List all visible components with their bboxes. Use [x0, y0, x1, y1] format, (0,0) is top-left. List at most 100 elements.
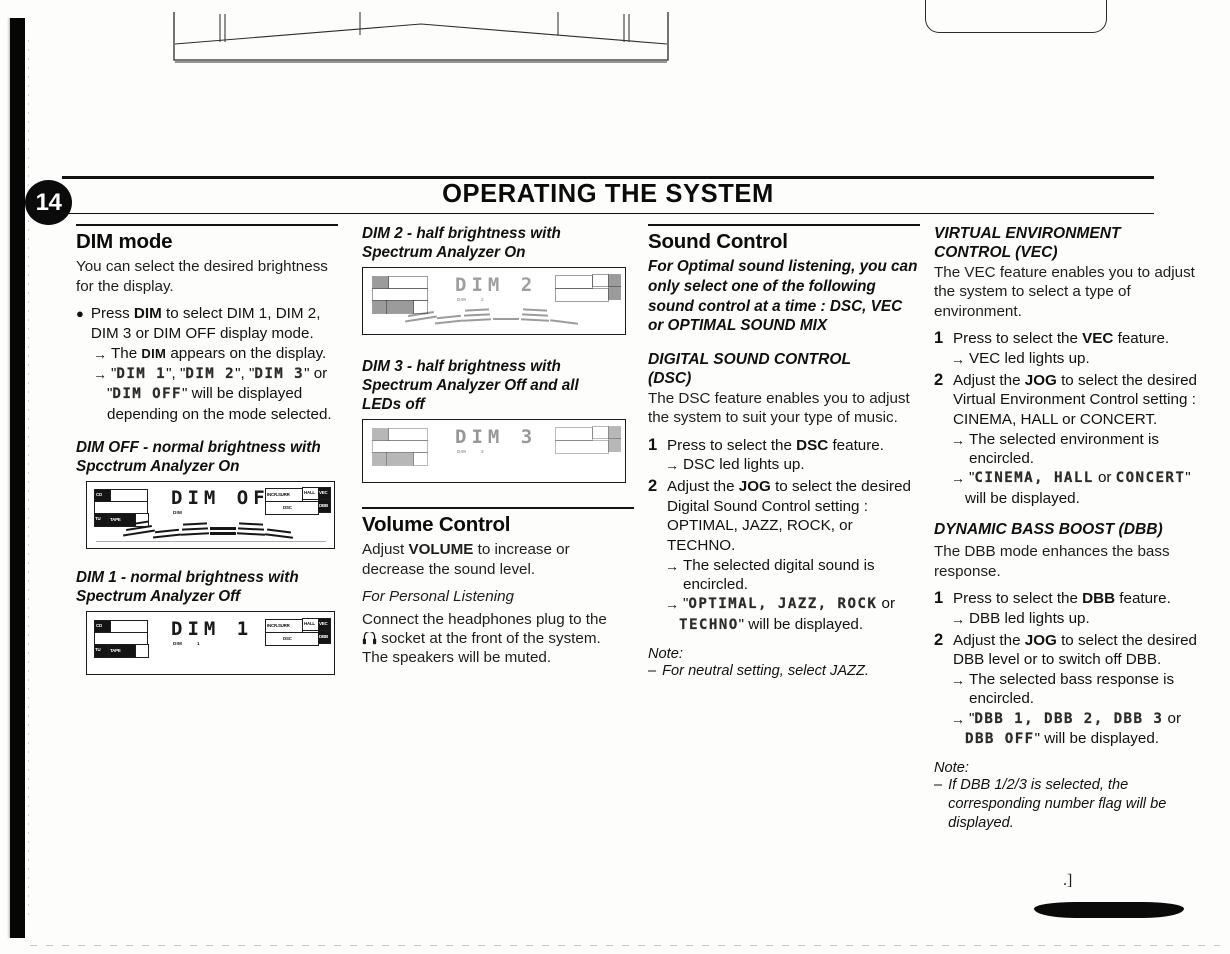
- dsc-step-1-result: → DSC led lights up.: [648, 455, 920, 475]
- dsc-step-2-result-1: → The selected digital sound is encircle…: [648, 556, 920, 595]
- stray-ink-mark: .]: [1063, 872, 1073, 889]
- dbb-step-1-result: → DBB led lights up.: [934, 609, 1210, 629]
- note-dash: –: [934, 777, 943, 794]
- vec-step-1-result-text: VEC led lights up.: [969, 349, 1090, 367]
- arrow-right-icon: →: [951, 610, 965, 627]
- personal-listening-head: For Personal Listening: [362, 588, 514, 606]
- fig-dim3-caption: DIM 3 - half brightness with Spectrum An…: [362, 358, 579, 413]
- page-header: OPERATING THE SYSTEM: [62, 176, 1154, 214]
- column-dim-mode: DIM mode You can select the desired brig…: [76, 224, 338, 676]
- arrow-right-icon: →: [951, 431, 965, 448]
- vec-step-2-result-2: → "CINEMA, HALL or CONCERT": [934, 468, 1210, 488]
- dsc-step-2-result-2-text: "OPTIMAL, JAZZ, ROCK or: [683, 595, 896, 613]
- volume-adjust-text: Adjust VOLUME to increase or decrease th…: [362, 541, 570, 578]
- dim-arrow-lcd-text: "DIM 1", "DIM 2", "DIM 3" or: [111, 365, 328, 383]
- vec-intro: The VEC feature enables you to adjust th…: [934, 264, 1195, 320]
- dbb-step-2: 2 Adjust the JOG to select the desired D…: [934, 631, 1210, 670]
- arrow-right-icon: →: [665, 557, 679, 574]
- dim-arrow-lcd-line2: "DIM OFF" will be displayed: [107, 385, 303, 403]
- dim-mode-intro: You can select the desired brightness fo…: [76, 258, 328, 295]
- vec-step-2-result-2-line2: will be displayed.: [965, 489, 1080, 507]
- speaker-line-art-fragment: [173, 12, 669, 63]
- scan-bottom-speckle: [30, 945, 1220, 946]
- vec-step-2-result-1: → The selected environment is encircled.: [934, 430, 1210, 469]
- dbb-step-2-result-1: → The selected bass response is encircle…: [934, 670, 1210, 709]
- personal-listening-text: Connect the headphones plug to the socke…: [362, 610, 607, 667]
- dbb-step-2-text: Adjust the JOG to select the desired DBB…: [953, 631, 1197, 669]
- step-number: 1: [934, 589, 944, 608]
- dim-arrow-lcd-line3: depending on the mode selected.: [107, 405, 332, 423]
- vec-step-2-text: Adjust the JOG to select the desired Vir…: [953, 371, 1197, 428]
- arrow-right-icon: →: [665, 457, 679, 474]
- display-figure-dim-3: DIM 3 DIM 3: [362, 419, 626, 483]
- sound-control-lead: For Optimal sound listening, you can onl…: [648, 258, 918, 335]
- dbb-step-2-result-2-line2: DBB OFF" will be displayed.: [965, 730, 1160, 748]
- step-number: 1: [934, 329, 944, 348]
- fig-dimoff-caption: DIM OFF - normal brightness with Spcctru…: [76, 439, 321, 476]
- column-sound-control: Sound Control For Optimal sound listenin…: [648, 224, 920, 681]
- headphones-icon: [362, 630, 377, 645]
- dim-arrow-display: → The DIM appears on the display.: [76, 344, 338, 364]
- dbb-step-2-result-2-text: "DBB 1, DBB 2, DBB 3 or: [969, 709, 1182, 727]
- volume-control-heading: Volume Control: [362, 513, 511, 537]
- dbb-note-heading: Note:: [934, 760, 969, 777]
- cabinet-arc-fragment: [925, 0, 1107, 33]
- step-number: 2: [934, 370, 944, 389]
- arrow-right-icon: →: [951, 470, 965, 487]
- dsc-note: – For neutral setting, select JAZZ.: [648, 662, 920, 681]
- dsc-step-2: 2 Adjust the JOG to select the desired D…: [648, 477, 920, 555]
- fig-dim2-caption: DIM 2 - half brightness with Spectrum An…: [362, 225, 561, 261]
- display-figure-dim-off: CD TU TAPE DIM OFF DIM INCR.SURR HALL VE…: [86, 481, 335, 550]
- section-rule: [76, 224, 338, 227]
- column-dim-figures-volume: DIM 2 - half brightness with Spectrum An…: [362, 224, 634, 668]
- dbb-note: – If DBB 1/2/3 is selected, the correspo…: [934, 776, 1210, 832]
- dim-press-text: Press DIM to select DIM 1, DIM 2, DIM 3 …: [90, 305, 321, 342]
- step-number: 2: [648, 477, 658, 496]
- vec-step-2-result-2-text: "CINEMA, HALL or CONCERT": [969, 469, 1191, 487]
- dsc-step-1-text: Press to select the DSC feature.: [667, 436, 884, 454]
- fig-dim1-caption: DIM 1 - normal brightness with Spectrum …: [76, 569, 299, 606]
- scan-spine-shadow: [7, 18, 25, 938]
- vec-step-1: 1 Press to select the VEC feature.: [934, 329, 1210, 349]
- dbb-intro: The DBB mode enhances the bass response.: [934, 543, 1170, 580]
- dim-arrow-lcd: → "DIM 1", "DIM 2", "DIM 3" or: [76, 364, 338, 384]
- dsc-step-2-result-2: → "OPTIMAL, JAZZ, ROCK or: [648, 594, 920, 614]
- lcd-text-dim-3: DIM 3: [455, 426, 538, 448]
- vec-heading: VIRTUAL ENVIRONMENT CONTROL (VEC): [934, 225, 1121, 261]
- arrow-right-icon: →: [951, 350, 965, 367]
- vec-step-1-result: → VEC led lights up.: [934, 349, 1210, 369]
- dsc-step-2-result-1-text: The selected digital sound is encircled.: [683, 556, 875, 593]
- scan-edge-speckle: [28, 40, 29, 920]
- lcd-text-dim-1: DIM 1: [171, 618, 254, 641]
- section-rule: [648, 224, 920, 227]
- dim-mode-heading: DIM mode: [76, 230, 173, 254]
- dsc-heading: DIGITAL SOUND CONTROL (DSC): [648, 350, 851, 387]
- display-figure-dim-2: DIM 2 DIM 2: [362, 267, 626, 335]
- page-title: OPERATING THE SYSTEM: [442, 180, 774, 208]
- dsc-step-1-result-text: DSC led lights up.: [683, 456, 805, 474]
- column-vec-dbb: VIRTUAL ENVIRONMENT CONTROL (VEC) The VE…: [934, 224, 1210, 832]
- dbb-step-1-text: Press to select the DBB feature.: [953, 590, 1171, 608]
- dsc-intro: The DSC feature enables you to adjust th…: [648, 389, 910, 427]
- dim-arrow-display-text: The DIM appears on the display.: [111, 345, 327, 363]
- header-rule-bottom: [62, 212, 1154, 214]
- dbb-step-2-result-2: → "DBB 1, DBB 2, DBB 3 or: [934, 709, 1210, 729]
- step-number: 2: [934, 630, 944, 649]
- dsc-step-2-result-2-line2: TECHNO" will be displayed.: [679, 615, 864, 633]
- arrow-right-icon: →: [665, 596, 679, 613]
- dbb-step-1: 1 Press to select the DBB feature.: [934, 589, 1210, 609]
- section-rule: [362, 507, 634, 510]
- vec-step-2-result-1-text: The selected environment is encircled.: [969, 430, 1159, 467]
- arrow-right-icon: →: [951, 671, 965, 688]
- note-dash: –: [648, 663, 657, 680]
- scan-ink-smudge: [1034, 902, 1184, 918]
- step-number: 1: [648, 435, 658, 454]
- arrow-right-icon: →: [951, 710, 965, 727]
- dim-press-bullet: ● Press DIM to select DIM 1, DIM 2, DIM …: [76, 304, 338, 343]
- dbb-note-text: If DBB 1/2/3 is selected, the correspond…: [948, 777, 1167, 831]
- vec-step-1-text: Press to select the VEC feature.: [953, 330, 1170, 348]
- manual-page: .] 14 OPERATING THE SYSTEM DIM mode You …: [0, 0, 1230, 954]
- dsc-step-2-text: Adjust the JOG to select the desired Dig…: [667, 478, 911, 554]
- dbb-step-2-result-1-text: The selected bass response is encircled.: [969, 670, 1175, 708]
- arrow-right-icon: →: [93, 346, 107, 363]
